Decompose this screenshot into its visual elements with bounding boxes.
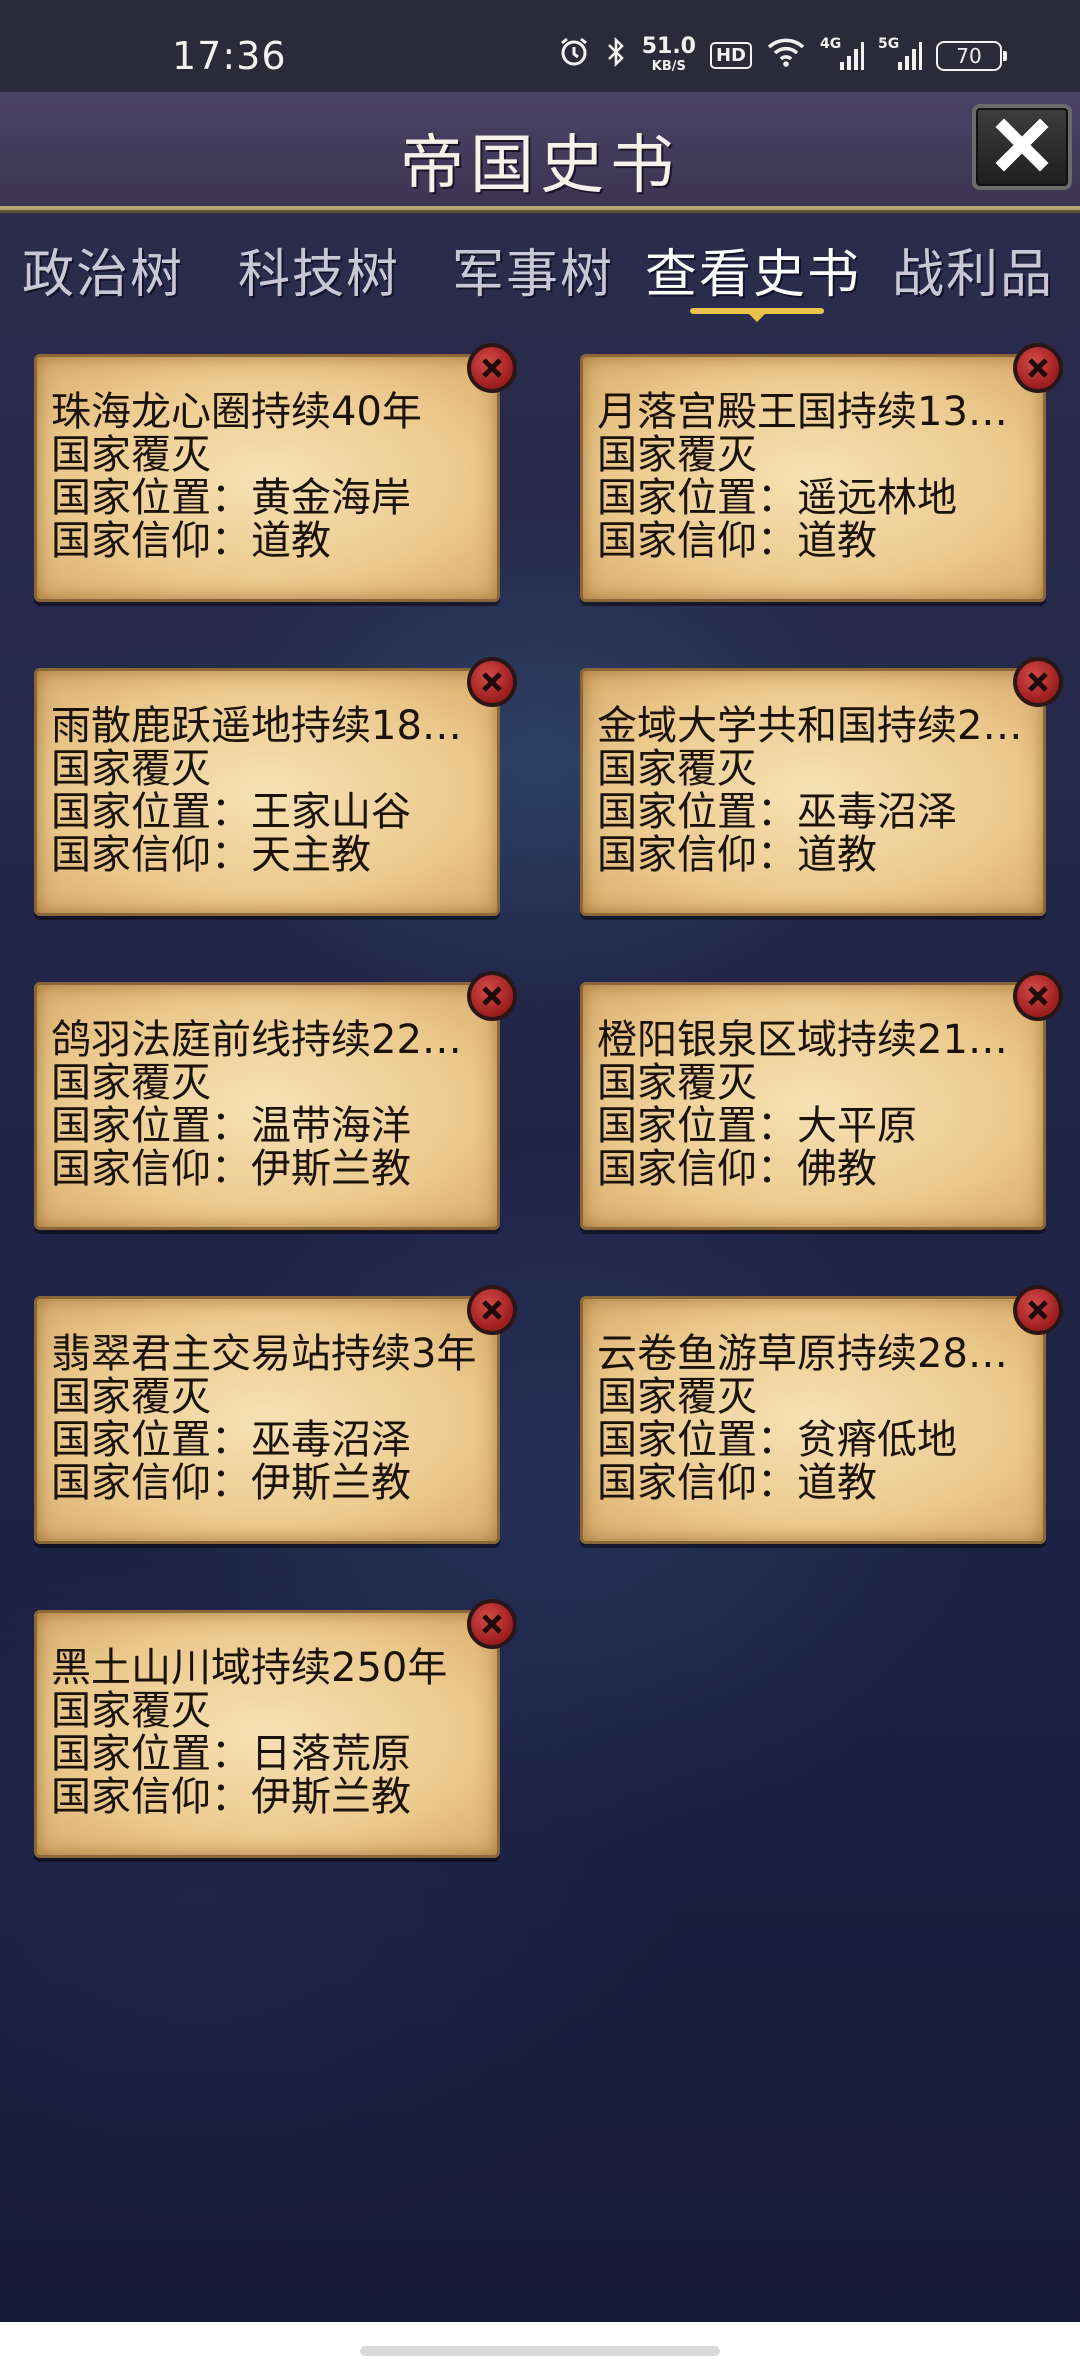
bluetooth-icon [604,36,628,75]
close-x-icon [1028,358,1048,378]
card-title: 金域大学共和国持续2… [597,705,1023,748]
card-title: 橙阳银泉区域持续219年 [597,1019,1033,1062]
card-faith: 国家信仰：道教 [597,834,877,877]
close-x-icon [482,358,502,378]
history-card[interactable]: 云卷鱼游草原持续280年 国家覆灭 国家位置：贫瘠低地 国家信仰：道教 [580,1285,1063,1544]
history-card[interactable]: 橙阳银泉区域持续219年 国家覆灭 国家位置：大平原 国家信仰：佛教 [580,971,1063,1230]
card-title: 月落宫殿王国持续130年 [597,391,1033,434]
card-faith: 国家信仰：佛教 [597,1148,877,1191]
battery-indicator: 70 [936,40,1007,71]
card-delete-button[interactable] [467,1285,517,1335]
status-bar: 17:36 51.0 KB/S HD 4G 5G 70 [0,0,1080,92]
card-faith: 国家信仰：伊斯兰教 [51,1148,411,1191]
card-title: 鸽羽法庭前线持续220年 [51,1019,487,1062]
title-bar: 帝国史书 [0,92,1080,210]
card-status: 国家覆灭 [597,1062,757,1105]
card-title: 珠海龙心圈持续40年 [51,391,422,434]
card-status: 国家覆灭 [51,434,211,477]
home-indicator[interactable] [360,2346,720,2356]
status-icons: 51.0 KB/S HD 4G 5G 70 [558,34,1007,75]
network-speed: 51.0 KB/S [641,34,696,75]
card-delete-button[interactable] [467,1599,517,1649]
card-status: 国家覆灭 [51,1690,211,1733]
card-faith: 国家信仰：道教 [597,520,877,563]
card-title: 云卷鱼游草原持续280年 [597,1333,1033,1376]
close-x-icon [482,672,502,692]
card-location: 国家位置：王家山谷 [51,791,411,834]
active-tab-indicator [690,308,824,322]
history-card[interactable]: 珠海龙心圈持续40年 国家覆灭 国家位置：黄金海岸 国家信仰：道教 [34,343,517,602]
card-delete-button[interactable] [1013,343,1063,393]
history-card[interactable]: 金域大学共和国持续2… 国家覆灭 国家位置：巫毒沼泽 国家信仰：道教 [580,657,1063,916]
close-x-icon [1028,672,1048,692]
hd-icon: HD [709,42,752,69]
card-title: 雨散鹿跃遥地持续188年 [51,705,487,748]
history-card[interactable]: 翡翠君主交易站持续3年 国家覆灭 国家位置：巫毒沼泽 国家信仰：伊斯兰教 [34,1285,517,1544]
card-delete-button[interactable] [467,657,517,707]
tab-politics-tree[interactable]: 政治树 [22,232,184,307]
close-x-icon [1028,1300,1048,1320]
page-title: 帝国史书 [400,129,680,203]
card-location: 国家位置：黄金海岸 [51,477,411,520]
signal-5g-icon: 5G [878,36,922,72]
tab-bar: 政治树 科技树 军事树 查看史书 战利品 [0,222,1080,322]
alarm-icon [558,36,590,75]
signal-4g-icon: 4G [820,36,864,72]
card-delete-button[interactable] [1013,1285,1063,1335]
card-faith: 国家信仰：道教 [51,520,331,563]
card-location: 国家位置：贫瘠低地 [597,1419,957,1462]
close-x-icon [1028,986,1048,1006]
card-status: 国家覆灭 [597,434,757,477]
card-status: 国家覆灭 [51,748,211,791]
status-time: 17:36 [172,34,287,78]
card-faith: 国家信仰：伊斯兰教 [51,1776,411,1819]
card-title: 黑土山川域持续250年 [51,1647,448,1690]
tab-tech-tree[interactable]: 科技树 [238,232,400,307]
card-delete-button[interactable] [1013,971,1063,1021]
card-location: 国家位置：大平原 [597,1105,917,1148]
close-button[interactable] [972,104,1072,190]
history-card[interactable]: 月落宫殿王国持续130年 国家覆灭 国家位置：遥远林地 国家信仰：道教 [580,343,1063,602]
history-card[interactable]: 鸽羽法庭前线持续220年 国家覆灭 国家位置：温带海洋 国家信仰：伊斯兰教 [34,971,517,1230]
tab-military-tree[interactable]: 军事树 [452,232,614,307]
card-status: 国家覆灭 [51,1062,211,1105]
close-x-icon [482,1614,502,1634]
history-card[interactable]: 黑土山川域持续250年 国家覆灭 国家位置：日落荒原 国家信仰：伊斯兰教 [34,1599,517,1858]
history-card[interactable]: 雨散鹿跃遥地持续188年 国家覆灭 国家位置：王家山谷 国家信仰：天主教 [34,657,517,916]
wifi-icon [766,36,806,75]
card-location: 国家位置：巫毒沼泽 [51,1419,411,1462]
card-location: 国家位置：遥远林地 [597,477,957,520]
tab-spoils[interactable]: 战利品 [892,232,1054,307]
close-x-icon [994,117,1050,177]
card-status: 国家覆灭 [597,748,757,791]
card-location: 国家位置：温带海洋 [51,1105,411,1148]
close-x-icon [482,1300,502,1320]
card-delete-button[interactable] [467,343,517,393]
card-delete-button[interactable] [467,971,517,1021]
tab-view-history[interactable]: 查看史书 [645,232,861,307]
close-x-icon [482,986,502,1006]
card-status: 国家覆灭 [51,1376,211,1419]
card-location: 国家位置：巫毒沼泽 [597,791,957,834]
card-faith: 国家信仰：道教 [597,1462,877,1505]
card-delete-button[interactable] [1013,657,1063,707]
card-location: 国家位置：日落荒原 [51,1733,411,1776]
card-title: 翡翠君主交易站持续3年 [51,1333,477,1376]
card-faith: 国家信仰：伊斯兰教 [51,1462,411,1505]
card-faith: 国家信仰：天主教 [51,834,371,877]
card-status: 国家覆灭 [597,1376,757,1419]
